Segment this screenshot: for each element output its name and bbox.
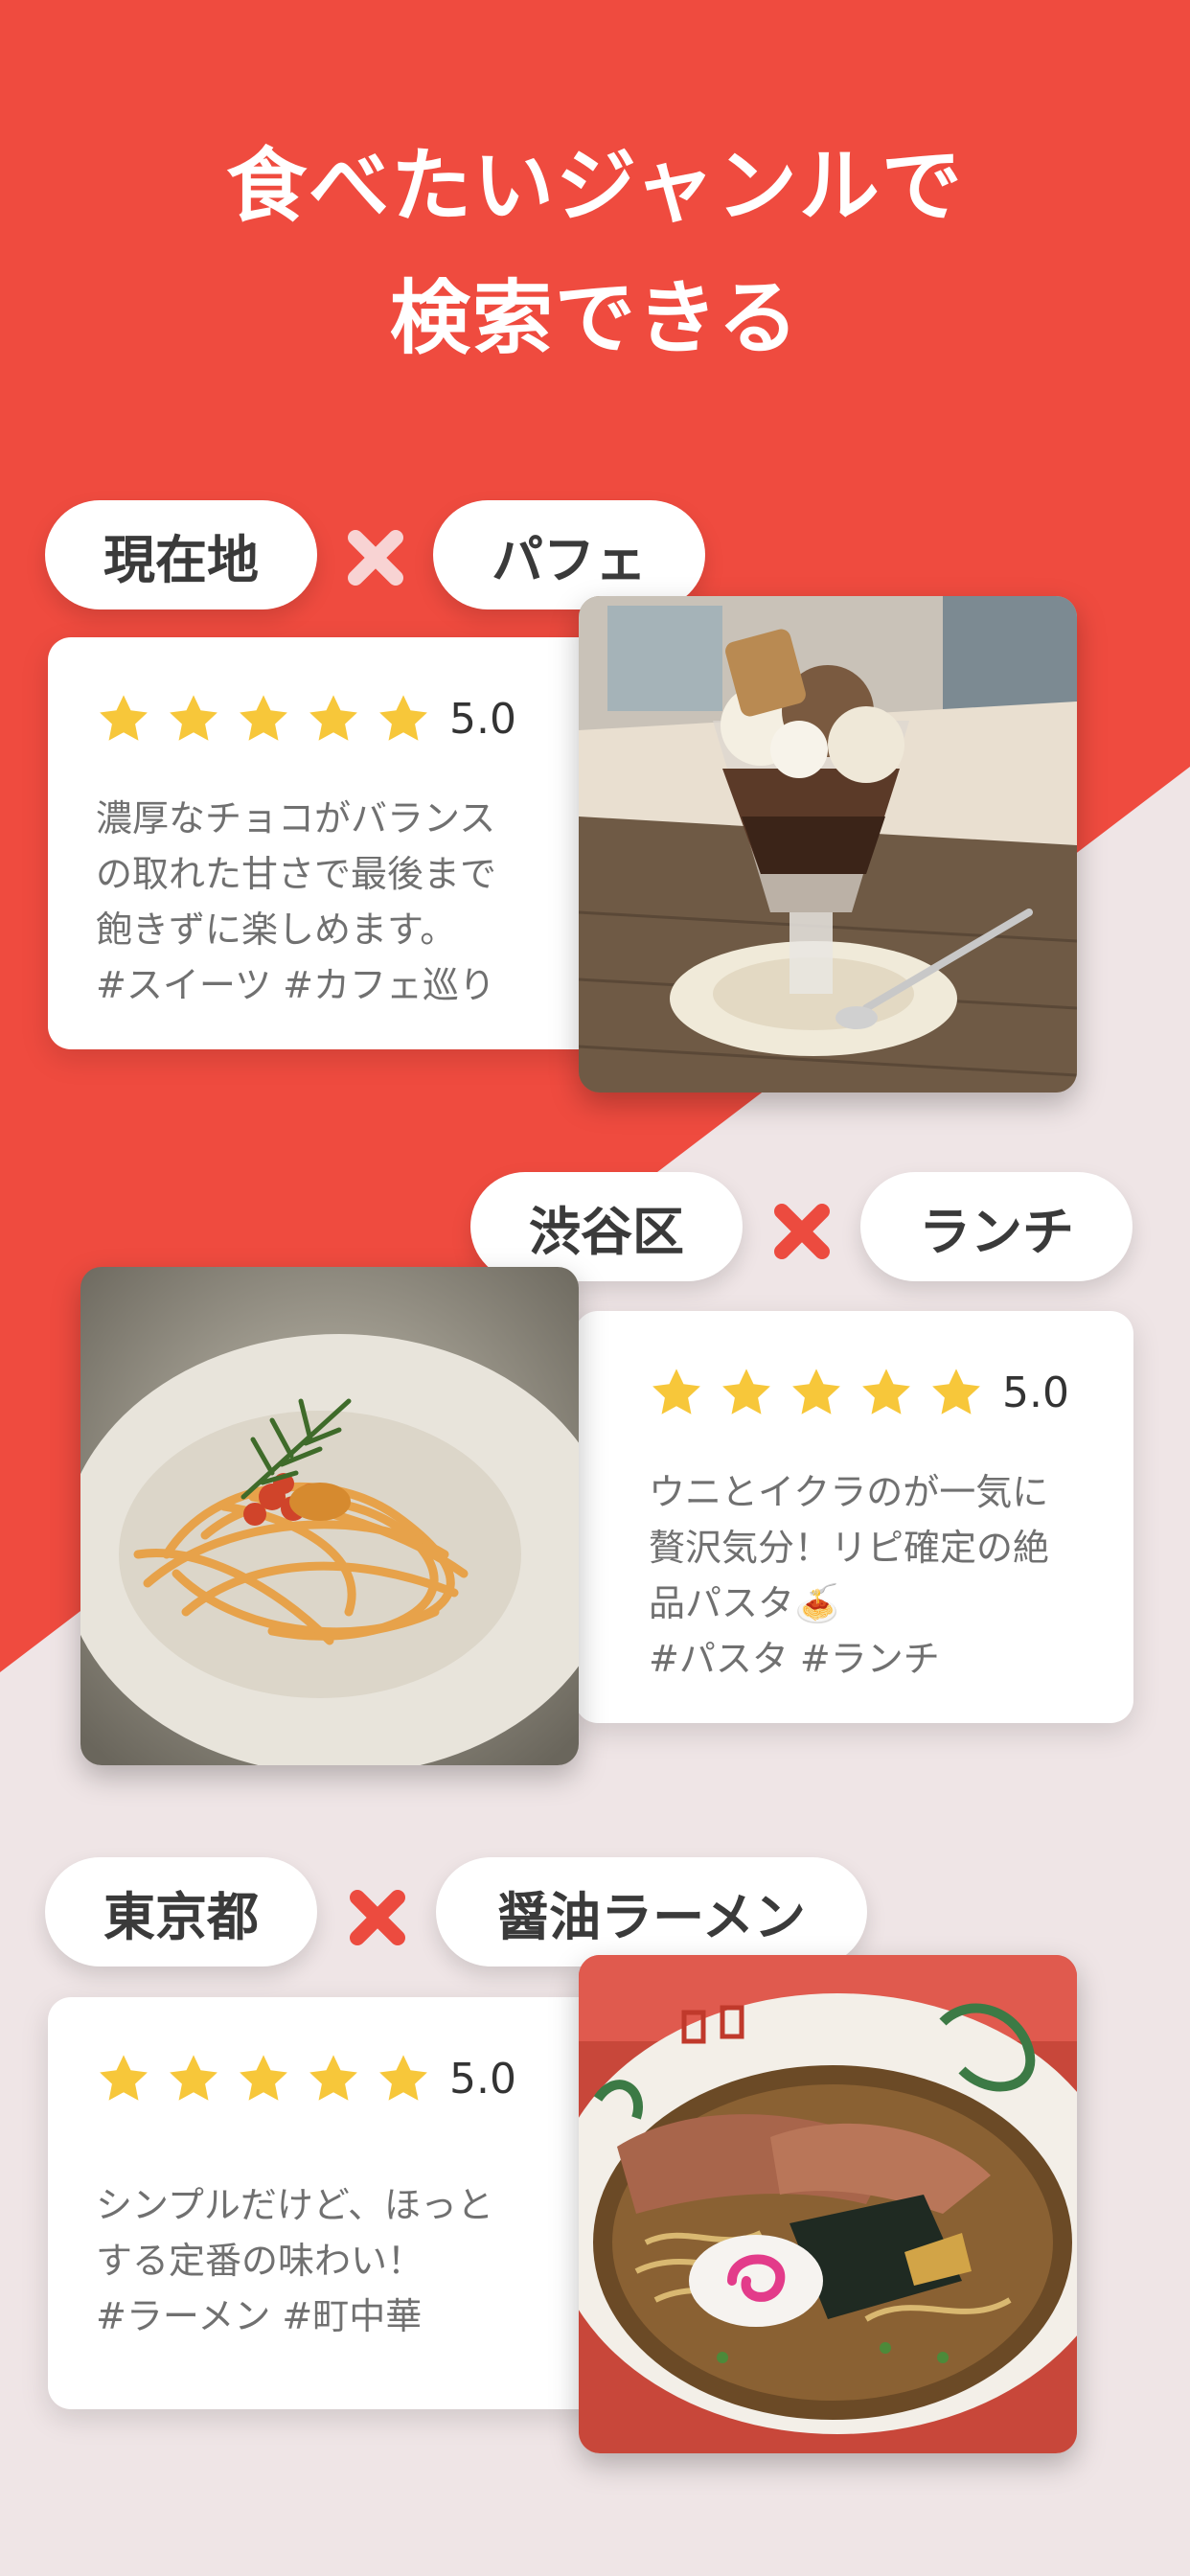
location-tag[interactable]: 東京都 [45,1857,317,1966]
star-icon [652,1368,700,1414]
headline-line-1: 食べたいジャンルで [226,139,964,233]
rating-value: 5.0 [449,2054,516,2104]
star-icon [100,695,148,741]
rating-value: 5.0 [449,694,516,744]
review-card[interactable]: 5.0 ウニとイクラのが一気に 贅沢気分！リピ確定の絶 品パスタ🍝 #パスタ #… [575,1311,1133,1723]
star-rating: 5.0 [96,2051,516,2106]
review-text: シンプルだけど、ほっと する定番の味わい！ #ラーメン #町中華 [96,2184,493,2337]
star-icon [309,2055,357,2101]
location-tag[interactable]: 渋谷区 [470,1172,743,1281]
star-rating: 5.0 [96,691,516,747]
parfait-photo[interactable] [579,596,1077,1092]
review-card[interactable]: 5.0 シンプルだけど、ほっと する定番の味わい！ #ラーメン #町中華 [48,1997,604,2409]
star-icon [240,695,287,741]
star-rating: 5.0 [649,1365,1069,1420]
ramen-photo[interactable] [579,1955,1077,2453]
star-icon [379,695,427,741]
rating-value: 5.0 [1002,1368,1069,1417]
star-icon [170,2055,217,2101]
genre-tag[interactable]: パフェ [433,500,705,610]
cross-icon [342,524,409,591]
star-icon [792,1368,840,1414]
star-icon [309,695,357,741]
pasta-photo[interactable] [80,1267,579,1765]
review-text: 濃厚なチョコがバランス の取れた甘さで最後まで 飽きずに楽しめます。 #スイーツ… [96,797,497,1006]
review-card[interactable]: 5.0 濃厚なチョコがバランス の取れた甘さで最後まで 飽きずに楽しめます。 #… [48,637,604,1049]
location-tag[interactable]: 現在地 [45,500,317,610]
headline: 食べたいジャンルで 検索できる [0,120,1190,384]
genre-tag[interactable]: 醤油ラーメン [436,1857,867,1966]
cross-icon [344,1884,411,1951]
star-icon [100,2055,148,2101]
headline-line-2: 検索できる [389,271,801,365]
cross-icon [768,1198,835,1265]
star-icon [722,1368,770,1414]
star-icon [862,1368,910,1414]
star-icon [379,2055,427,2101]
star-icon [240,2055,287,2101]
review-text: ウニとイクラのが一気に 贅沢気分！リピ確定の絶 品パスタ🍝 #パスタ #ランチ [649,1471,1050,1680]
star-icon [170,695,217,741]
star-icon [932,1368,980,1414]
genre-tag[interactable]: ランチ [860,1172,1133,1281]
